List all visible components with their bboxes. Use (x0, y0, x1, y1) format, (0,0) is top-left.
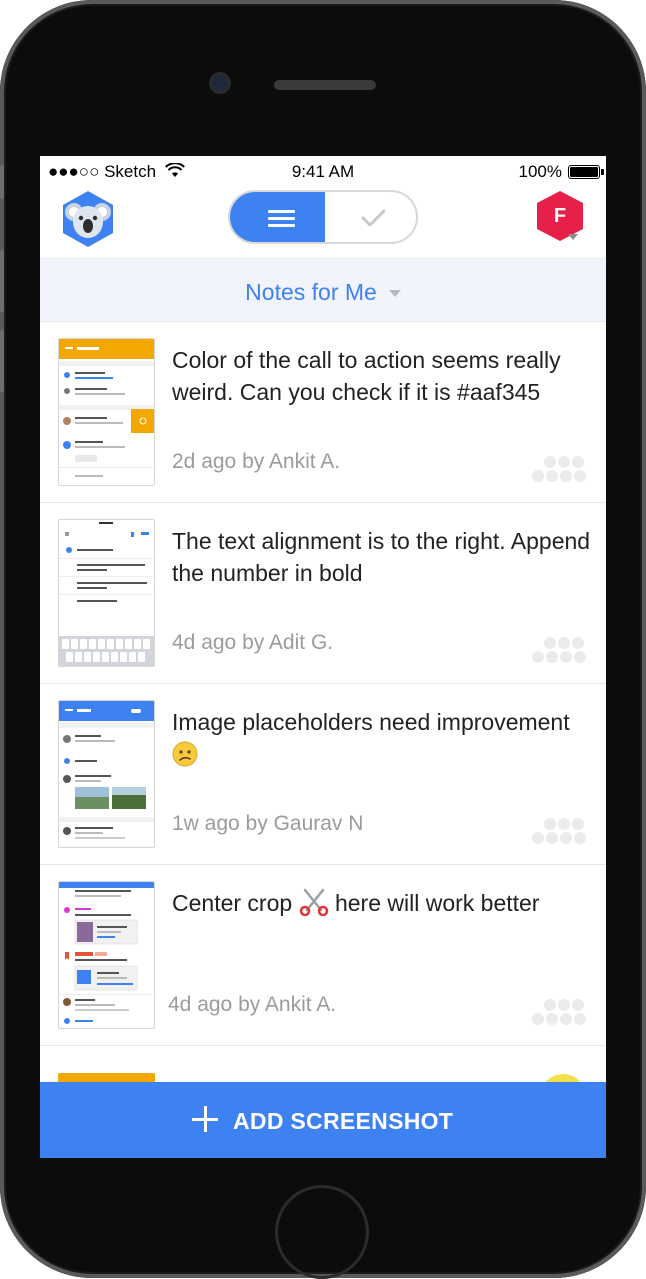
plus-icon (192, 1106, 218, 1132)
note-meta: 4d ago by Adit G. (172, 631, 334, 654)
list-item[interactable]: Color of the call to action seems really… (40, 322, 606, 503)
home-button[interactable] (275, 1185, 369, 1279)
avatar-letter: F (553, 205, 567, 227)
battery-icon (568, 165, 604, 179)
list-item[interactable]: Center crop here will work better 4d ago… (40, 865, 606, 1046)
scissors-icon (299, 888, 328, 917)
note-text: Color of the call to action seems really… (172, 347, 561, 405)
note-text: The text alignment is to the right. Appe… (172, 528, 591, 586)
volume-down-button (0, 330, 4, 392)
more-options-icon[interactable] (532, 999, 592, 1029)
avatar-dropdown-icon (568, 234, 578, 240)
screenshot-thumbnail[interactable] (58, 700, 155, 848)
mute-switch (0, 165, 4, 199)
more-options-icon[interactable] (532, 637, 592, 667)
earpiece-speaker (274, 80, 376, 90)
done-view-button[interactable] (325, 192, 416, 242)
note-meta: 1w ago by Gaurav N (172, 812, 364, 835)
note-text: Center crop here will work better (172, 888, 540, 917)
note-text: Image placeholders need improvement (172, 706, 592, 770)
front-camera (209, 72, 231, 94)
list-item[interactable]: Image placeholders need improvement 1w a… (40, 684, 606, 865)
add-screenshot-label: ADD SCREENSHOT (233, 1108, 454, 1134)
filter-label: Notes for Me (245, 279, 377, 305)
filter-dropdown[interactable]: Notes for Me (40, 258, 606, 322)
phone-frame: ●●●○○ Sketch 9:41 AM 100% F Notes for Me… (0, 0, 646, 1279)
view-toggle[interactable] (228, 190, 418, 244)
add-screenshot-button[interactable]: ADD SCREENSHOT (40, 1082, 606, 1158)
more-options-icon[interactable] (532, 818, 592, 848)
more-options-icon[interactable] (532, 456, 592, 486)
checkmark-icon (361, 209, 386, 227)
avatar[interactable]: F (536, 190, 584, 246)
app-header: F (40, 188, 606, 258)
volume-up-button (0, 250, 4, 312)
note-meta: 4d ago by Ankit A. (168, 993, 337, 1016)
koala-logo-icon[interactable] (62, 190, 114, 248)
chevron-down-icon (388, 290, 401, 298)
battery-percent: 100% (518, 162, 562, 181)
screenshot-thumbnail[interactable] (58, 519, 155, 667)
confused-face-icon (172, 741, 198, 767)
list-view-button[interactable] (230, 192, 325, 242)
app-screen: ●●●○○ Sketch 9:41 AM 100% F Notes for Me… (40, 156, 606, 1158)
list-item[interactable]: The text alignment is to the right. Appe… (40, 503, 606, 684)
status-bar: ●●●○○ Sketch 9:41 AM 100% (40, 156, 606, 188)
screenshot-thumbnail[interactable] (58, 881, 155, 1029)
note-meta: 2d ago by Ankit A. (172, 450, 341, 473)
screenshot-thumbnail[interactable] (58, 338, 155, 486)
